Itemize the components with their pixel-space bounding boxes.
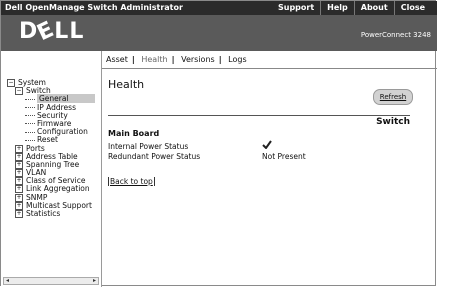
expand-icon[interactable]: + [15, 193, 23, 202]
expand-icon[interactable]: + [15, 201, 23, 210]
menu-close[interactable]: Close [393, 1, 431, 15]
expand-icon[interactable]: + [15, 152, 23, 161]
redundant-power-label: Redundant Power Status [108, 152, 201, 161]
brand-banner: DELL PowerConnect 3248 [1, 15, 437, 51]
dell-logo: DELL [19, 16, 85, 47]
section-divider [108, 115, 410, 116]
main-content: Health Refresh Switch Main Board Interna… [102, 69, 437, 287]
section-label: Switch [376, 117, 410, 127]
navigation-tree: − System − Switch General IP Address Secur… [7, 78, 95, 218]
internal-power-label: Internal Power Status [108, 142, 189, 151]
expand-icon[interactable]: + [15, 177, 23, 186]
refresh-button[interactable]: Refresh [373, 89, 413, 105]
tab-health[interactable]: Health [141, 55, 167, 64]
check-icon [262, 140, 272, 151]
back-to-top-link[interactable]: Back to top [108, 177, 155, 186]
app-title: Dell OpenManage Switch Administrator [5, 3, 183, 12]
tab-asset[interactable]: Asset [106, 55, 128, 64]
top-menu-bar: Dell OpenManage Switch Administrator Sup… [1, 1, 437, 15]
navigation-tree-panel: − System − Switch General IP Address Secur… [1, 51, 102, 287]
top-menu: Support Help About Close [272, 1, 431, 15]
expand-icon[interactable]: + [15, 169, 23, 178]
expand-icon[interactable]: + [15, 185, 23, 194]
menu-about[interactable]: About [353, 1, 394, 15]
collapse-icon[interactable]: − [7, 79, 15, 87]
tree-item-link-aggregation[interactable]: + Link Aggregation [7, 185, 95, 194]
scroll-right-icon[interactable]: ▸ [91, 278, 98, 284]
content-tabs: Asset | Health | Versions | Logs [102, 51, 437, 69]
collapse-icon[interactable]: − [15, 87, 23, 96]
scroll-left-icon[interactable]: ◂ [4, 278, 11, 284]
expand-icon[interactable]: + [15, 210, 23, 218]
menu-support[interactable]: Support [272, 1, 320, 15]
redundant-power-value: Not Present [262, 152, 306, 161]
page-title: Health [108, 78, 145, 91]
tree-item-spanning-tree[interactable]: + Spanning Tree [7, 160, 95, 169]
tree-item-reset[interactable]: Reset [7, 136, 95, 144]
app-window: Dell OpenManage Switch Administrator Sup… [0, 0, 437, 287]
expand-icon[interactable]: + [15, 144, 23, 153]
menu-help[interactable]: Help [320, 1, 354, 15]
expand-icon[interactable]: + [15, 160, 23, 169]
tab-versions[interactable]: Versions [181, 55, 215, 64]
board-heading: Main Board [108, 129, 160, 138]
product-model: PowerConnect 3248 [360, 31, 431, 39]
tab-logs[interactable]: Logs [228, 55, 246, 64]
tree-horizontal-scrollbar[interactable]: ◂ ▸ [3, 277, 99, 285]
tree-item-statistics[interactable]: + Statistics [7, 209, 95, 218]
